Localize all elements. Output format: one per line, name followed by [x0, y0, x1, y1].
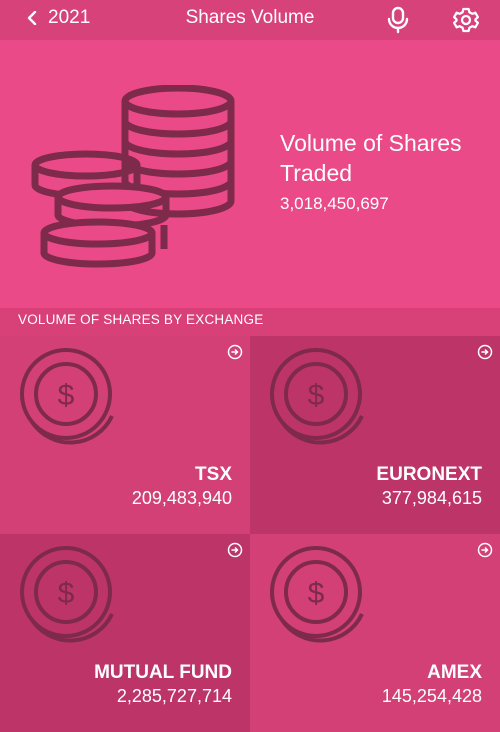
- arrow-circle-right-icon[interactable]: [227, 344, 243, 360]
- svg-text:$: $: [308, 379, 325, 412]
- exchange-name: MUTUAL FUND: [94, 662, 232, 683]
- dollar-coin-icon: $: [20, 546, 114, 643]
- exchange-name: EURONEXT: [376, 464, 482, 485]
- summary-panel: Volume of Shares Traded 3,018,450,697: [0, 40, 500, 308]
- svg-text:$: $: [58, 577, 75, 610]
- svg-text:$: $: [308, 577, 325, 610]
- arrow-circle-right-icon[interactable]: [227, 542, 243, 558]
- top-bar: 2021 Shares Volume: [0, 0, 500, 40]
- coin-stack-icon: [31, 85, 235, 268]
- exchange-value: 2,285,727,714: [116, 686, 232, 706]
- arrow-circle-right-icon[interactable]: [477, 344, 493, 360]
- exchange-tile-mutual-fund[interactable]: $ MUTUAL FUND 2,285,727,714: [0, 534, 250, 732]
- gear-icon[interactable]: [452, 6, 480, 34]
- microphone-icon[interactable]: [386, 6, 410, 34]
- section-header: VOLUME OF SHARES BY EXCHANGE: [0, 308, 500, 336]
- section-title: VOLUME OF SHARES BY EXCHANGE: [18, 312, 264, 327]
- exchange-name: TSX: [195, 464, 232, 485]
- exchange-tile-tsx[interactable]: $ TSX 209,483,940: [0, 336, 250, 534]
- dollar-coin-icon: $: [270, 348, 364, 445]
- summary-text: Volume of Shares Traded 3,018,450,697: [280, 128, 490, 214]
- svg-text:$: $: [58, 379, 75, 412]
- arrow-circle-right-icon[interactable]: [477, 542, 493, 558]
- chevron-left-icon: [27, 11, 37, 25]
- exchange-value: 377,984,615: [381, 488, 482, 508]
- exchange-value: 145,254,428: [381, 686, 482, 706]
- back-label: 2021: [48, 7, 91, 28]
- exchange-tile-amex[interactable]: $ AMEX 145,254,428: [250, 534, 500, 732]
- exchange-name: AMEX: [427, 662, 482, 683]
- dollar-coin-icon: $: [270, 546, 364, 643]
- exchange-value: 209,483,940: [131, 488, 232, 508]
- summary-label: Volume of Shares Traded: [280, 130, 462, 186]
- back-button[interactable]: 2021: [26, 7, 90, 29]
- exchange-tile-euronext[interactable]: $ EURONEXT 377,984,615: [250, 336, 500, 534]
- summary-value: 3,018,450,697: [280, 194, 389, 213]
- dollar-coin-icon: $: [20, 348, 114, 445]
